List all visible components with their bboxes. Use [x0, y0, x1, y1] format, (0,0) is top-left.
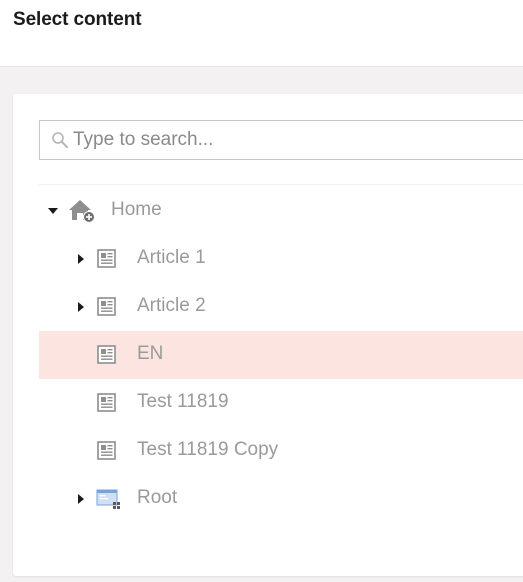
caret-right-icon[interactable]: [75, 253, 87, 265]
root-content-icon: [96, 489, 120, 509]
tree-item-label: Test 11819: [137, 391, 229, 412]
tree-item-label: Test 11819 Copy: [137, 439, 279, 460]
divider: [39, 184, 523, 185]
article-icon: [97, 393, 116, 412]
caret-down-icon[interactable]: [47, 205, 59, 217]
caret-right-icon[interactable]: [75, 493, 87, 505]
tree-item-en[interactable]: EN: [39, 331, 523, 379]
dialog-header: Select content: [0, 0, 523, 67]
content-picker-panel: Home Article 1: [13, 94, 523, 576]
home-add-icon: [69, 200, 95, 223]
tree-item-label: Home: [111, 199, 162, 220]
article-icon: [97, 249, 116, 268]
tree-item-test-11819[interactable]: Test 11819: [39, 379, 523, 427]
search-input[interactable]: [73, 121, 523, 159]
article-icon: [97, 297, 116, 316]
article-icon: [97, 345, 116, 364]
tree-item-test-11819-copy[interactable]: Test 11819 Copy: [39, 427, 523, 475]
tree-item-home[interactable]: Home: [39, 187, 523, 235]
caret-right-icon[interactable]: [75, 301, 87, 313]
dialog-title: Select content: [13, 9, 142, 30]
content-tree: Home Article 1 Article 2 EN Test 11819 T…: [39, 187, 523, 523]
tree-item-label: Root: [137, 487, 178, 508]
tree-item-article-2[interactable]: Article 2: [39, 283, 523, 331]
tree-item-article-1[interactable]: Article 1: [39, 235, 523, 283]
search-box[interactable]: [39, 120, 523, 160]
tree-item-root[interactable]: Root: [39, 475, 523, 523]
tree-item-label: Article 2: [137, 295, 206, 316]
article-icon: [97, 441, 116, 460]
tree-item-label: Article 1: [137, 247, 206, 268]
tree-item-label: EN: [137, 343, 164, 364]
search-icon: [52, 132, 68, 148]
